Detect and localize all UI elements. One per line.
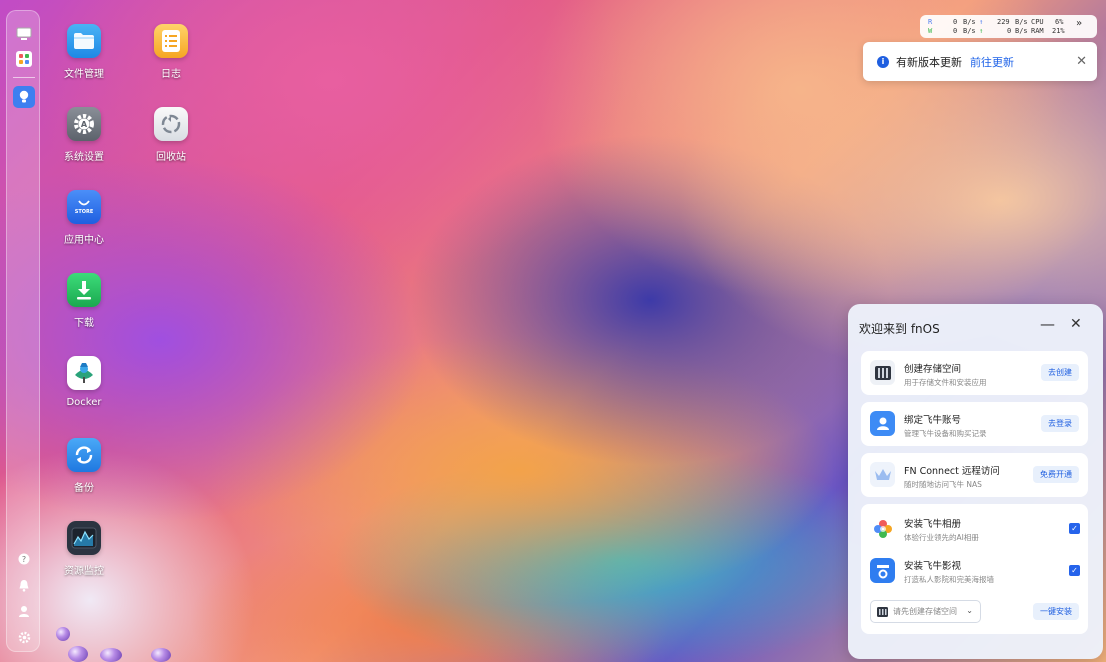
desktop-icon-docker[interactable]: Docker — [46, 356, 122, 408]
info-icon: i — [877, 55, 889, 68]
upload-arrow-icon: ↑ — [979, 27, 984, 35]
bell-icon[interactable] — [13, 574, 35, 596]
apps-grid-icon[interactable] — [13, 48, 35, 70]
store-icon: STORE — [67, 190, 101, 224]
desktop-icon-label: 日志 — [161, 69, 181, 80]
storage-icon — [877, 606, 888, 617]
desktop-icon-label: 应用中心 — [64, 235, 104, 246]
write-up-unit: B/s — [1015, 27, 1028, 35]
install-subtitle: 体验行业领先的AI相册 — [904, 533, 979, 542]
one-click-install-button[interactable]: 一键安装 — [1033, 603, 1079, 620]
bind-account-card: 绑定飞牛账号 管理飞牛设备和购买记录 去登录 — [861, 402, 1088, 446]
store-badge: STORE — [74, 208, 94, 215]
card-subtitle: 管理飞牛设备和购买记录 — [904, 429, 987, 438]
svg-text:A: A — [81, 120, 88, 129]
storage-select-placeholder: 请先创建存储空间 — [893, 607, 957, 616]
wallpaper-bubble — [68, 646, 88, 662]
fn-connect-card: FN Connect 远程访问 随时随地访问飞牛 NAS 免费开通 — [861, 453, 1088, 497]
card-title: FN Connect 远程访问 — [904, 466, 1000, 477]
crown-icon — [870, 462, 895, 487]
gear-icon: A — [67, 107, 101, 141]
wallpaper-bubble — [56, 627, 70, 641]
card-subtitle: 用于存储文件和安装应用 — [904, 378, 987, 387]
desktop-icon-recycle-bin[interactable]: 回收站 — [133, 107, 209, 163]
cpu-value: 6% — [1055, 18, 1064, 26]
photos-icon — [870, 516, 895, 541]
create-storage-button[interactable]: 去创建 — [1041, 364, 1079, 381]
desktop-icon-label: Docker — [66, 397, 102, 408]
help-icon[interactable]: ? — [13, 548, 35, 570]
docker-icon — [67, 356, 101, 390]
storage-select[interactable]: 请先创建存储空间 ⌄ — [870, 600, 981, 623]
backup-icon — [67, 438, 101, 472]
desktop-icon-resource-monitor[interactable]: 资源监控 — [46, 521, 122, 577]
video-icon — [870, 558, 895, 583]
write-down-unit: B/s — [963, 27, 976, 35]
download-icon — [67, 273, 101, 307]
read-up-unit: B/s — [1015, 18, 1028, 26]
write-up-value: 0 — [1007, 27, 1012, 35]
install-title: 安装飞牛相册 — [904, 519, 962, 530]
read-down-value: 0 — [953, 18, 958, 26]
minimize-icon[interactable]: — — [1040, 315, 1055, 333]
install-video-checkbox[interactable]: ✓ — [1069, 565, 1080, 576]
install-photos-checkbox[interactable]: ✓ — [1069, 523, 1080, 534]
wallpaper-bubble — [151, 648, 171, 662]
create-storage-card: 创建存储空间 用于存储文件和安装应用 去创建 — [861, 351, 1088, 395]
account-icon — [870, 411, 895, 436]
desktop-icon-label: 备份 — [74, 483, 94, 494]
system-monitor-widget[interactable]: R W 0 B/s 0 B/s ↑ ↑ 229 B/s 0 B/s CPU RA… — [920, 15, 1097, 38]
desktop-icon-label: 文件管理 — [64, 69, 104, 80]
write-down-value: 0 — [953, 27, 958, 35]
sidebar-dock: ? — [6, 10, 40, 652]
chevron-down-icon: ⌄ — [966, 606, 973, 615]
read-up-value: 229 — [997, 18, 1010, 26]
lightbulb-icon[interactable] — [13, 86, 35, 108]
cpu-label: CPU — [1031, 18, 1044, 26]
read-down-unit: B/s — [963, 18, 976, 26]
ram-label: RAM — [1031, 27, 1044, 35]
wallpaper-bubble — [100, 648, 122, 662]
free-activate-button[interactable]: 免费开通 — [1033, 466, 1079, 483]
write-label: W — [928, 27, 933, 35]
welcome-panel: 欢迎来到 fnOS — ✕ 创建存储空间 用于存储文件和安装应用 去创建 绑定飞… — [848, 304, 1103, 659]
desktop-icon-label: 回收站 — [156, 152, 186, 163]
desktop-icon-download[interactable]: 下载 — [46, 273, 122, 329]
desktop-icon-label: 下载 — [74, 318, 94, 329]
install-apps-card: 安装飞牛相册 体验行业领先的AI相册 ✓ 安装飞牛影视 打造私人影院和完美海报墙… — [861, 504, 1088, 634]
update-message: 有新版本更新 — [896, 55, 962, 69]
install-title: 安装飞牛影视 — [904, 561, 962, 572]
card-title: 创建存储空间 — [904, 364, 962, 375]
login-button[interactable]: 去登录 — [1041, 415, 1079, 432]
desktop-icon-app-center[interactable]: STORE 应用中心 — [46, 190, 122, 246]
update-notification: i 有新版本更新 前往更新 ✕ — [863, 42, 1097, 81]
update-link[interactable]: 前往更新 — [970, 54, 1014, 70]
card-subtitle: 随时随地访问飞牛 NAS — [904, 480, 982, 489]
monitor-icon[interactable] — [13, 23, 35, 45]
desktop-icon-log[interactable]: 日志 — [133, 24, 209, 80]
close-icon[interactable]: ✕ — [1076, 54, 1087, 69]
folder-icon — [67, 24, 101, 58]
log-icon — [154, 24, 188, 58]
welcome-title: 欢迎来到 fnOS — [859, 322, 940, 336]
storage-icon — [870, 360, 895, 385]
desktop-icon-backup[interactable]: 备份 — [46, 438, 122, 494]
collapse-chevron-icon[interactable]: » — [1076, 18, 1082, 29]
upload-arrow-icon: ↑ — [979, 18, 984, 26]
ram-value: 21% — [1052, 27, 1065, 35]
install-subtitle: 打造私人影院和完美海报墙 — [904, 575, 994, 584]
recycle-bin-icon — [154, 107, 188, 141]
desktop-icon-file-manager[interactable]: 文件管理 — [46, 24, 122, 80]
resource-monitor-icon — [67, 521, 101, 555]
user-icon[interactable] — [13, 600, 35, 622]
card-title: 绑定飞牛账号 — [904, 415, 962, 426]
read-label: R — [928, 18, 933, 26]
desktop-icon-label: 资源监控 — [64, 566, 104, 577]
close-icon[interactable]: ✕ — [1070, 316, 1082, 332]
sidebar-divider — [13, 77, 35, 78]
desktop-icon-settings[interactable]: A 系统设置 — [46, 107, 122, 163]
desktop-icon-label: 系统设置 — [64, 152, 104, 163]
settings-icon[interactable] — [13, 626, 35, 648]
svg-text:?: ? — [22, 555, 26, 564]
